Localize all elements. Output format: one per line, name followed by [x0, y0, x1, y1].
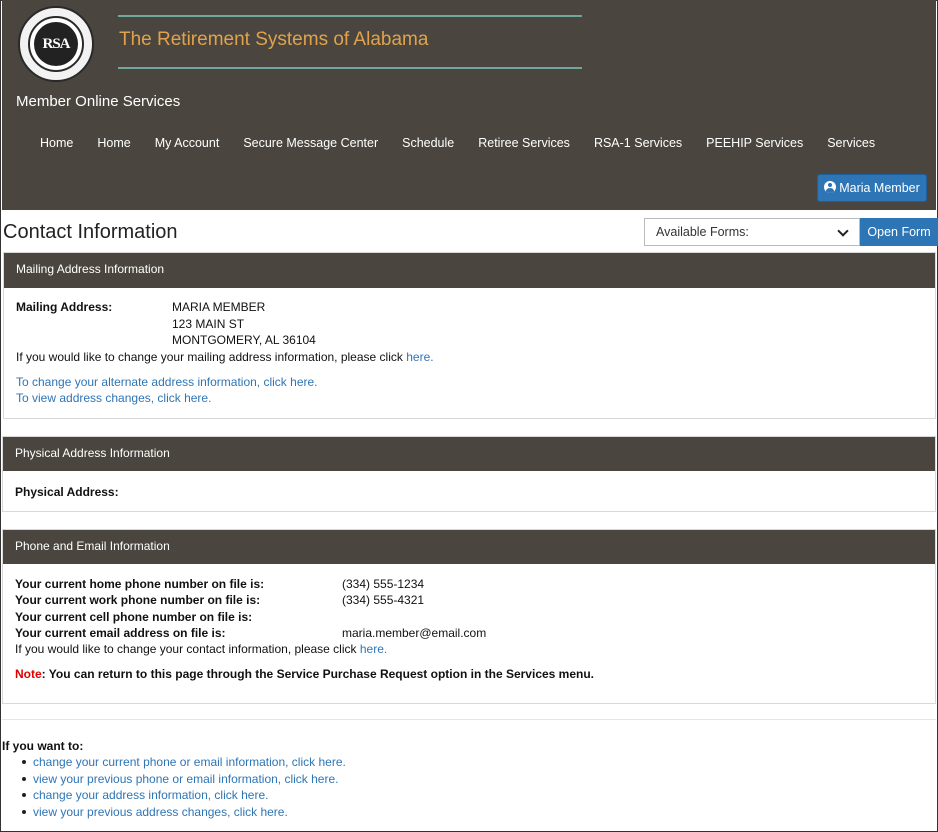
email-value: maria.member@email.com — [342, 626, 487, 640]
physical-address-panel: Physical Address Information Physical Ad… — [2, 436, 936, 512]
user-menu-button[interactable]: Maria Member — [817, 174, 927, 202]
site-header: RSA The Retirement Systems of Alabama Me… — [2, 0, 936, 210]
view-phone-email-link[interactable]: view your previous phone or email inform… — [33, 772, 338, 786]
change-address-link[interactable]: change your address information, click h… — [33, 788, 268, 802]
mailing-change-link[interactable]: here. — [406, 350, 433, 364]
header-rule-bottom — [118, 67, 582, 69]
phone-email-panel: Phone and Email Information Your current… — [2, 529, 936, 704]
alternate-address-link[interactable]: To change your alternate address informa… — [16, 374, 318, 390]
app-title: Member Online Services — [16, 93, 181, 110]
nav-rsa1-services[interactable]: RSA-1 Services — [582, 134, 694, 152]
bullet-icon — [22, 776, 26, 781]
brand-name: The Retirement Systems of Alabama — [119, 29, 429, 50]
home-phone-value: (334) 555-1234 — [342, 577, 425, 591]
change-phone-email-link[interactable]: change your current phone or email infor… — [33, 755, 346, 769]
mailing-change-prompt: If you would like to change your mailing… — [16, 350, 403, 364]
nav-home[interactable]: Home — [28, 134, 85, 152]
page-title: Contact Information — [3, 221, 178, 243]
physical-panel-heading: Physical Address Information — [3, 437, 935, 471]
cell-phone-label: Your current cell phone number on file i… — [15, 610, 253, 624]
mailing-address-label: Mailing Address: — [16, 300, 113, 314]
phone-panel-heading: Phone and Email Information — [3, 530, 935, 564]
available-forms-value: Available Forms: — [656, 225, 749, 239]
mailing-address-line-1: MARIA MEMBER — [172, 300, 266, 314]
nav-peehip-services[interactable]: PEEHIP Services — [694, 134, 815, 152]
nav-home-2[interactable]: Home — [85, 134, 142, 152]
list-item: view your previous phone or email inform… — [22, 771, 346, 788]
header-rule-top — [118, 15, 582, 17]
section-divider — [2, 719, 936, 720]
list-item: view your previous address changes, clic… — [22, 804, 346, 821]
mailing-address-line-3: MONTGOMERY, AL 36104 — [172, 333, 316, 347]
work-phone-value: (334) 555-4321 — [342, 593, 425, 607]
contact-change-link[interactable]: here. — [360, 642, 387, 656]
nav-schedule[interactable]: Schedule — [390, 134, 466, 152]
mailing-change-text: If you would like to change your mailing… — [16, 349, 434, 365]
list-item: change your current phone or email infor… — [22, 754, 346, 771]
view-address-changes-link[interactable]: To view address changes, click here. — [16, 390, 211, 406]
view-address-changes-footer-link[interactable]: view your previous address changes, clic… — [33, 805, 288, 819]
note-label: Note — [15, 667, 42, 681]
mailing-panel-heading: Mailing Address Information — [4, 253, 935, 288]
physical-address-label: Physical Address: — [15, 485, 119, 499]
home-phone-label: Your current home phone number on file i… — [15, 577, 265, 591]
mailing-address-panel: Mailing Address Information Mailing Addr… — [3, 252, 936, 419]
list-item: change your address information, click h… — [22, 787, 346, 804]
nav-my-account[interactable]: My Account — [143, 134, 232, 152]
logo-monogram: RSA — [34, 22, 78, 66]
open-form-button[interactable]: Open Form — [860, 218, 938, 246]
contact-change-prompt: If you would like to change your contact… — [15, 642, 357, 656]
user-name: Maria Member — [839, 181, 920, 195]
rsa-seal-logo[interactable]: RSA — [18, 6, 94, 82]
contact-change-text: If you would like to change your contact… — [15, 641, 387, 657]
note-text: : You can return to this page through th… — [41, 667, 595, 681]
available-forms-select[interactable]: Available Forms: — [644, 218, 860, 246]
bullet-icon — [22, 793, 26, 797]
user-circle-icon — [824, 181, 837, 193]
mailing-address-line-2: 123 MAIN ST — [172, 317, 245, 331]
bullet-icon — [22, 760, 26, 764]
if-you-want-heading: If you want to: — [2, 739, 84, 753]
note-message: Note: You can return to this page throug… — [15, 666, 594, 682]
nav-secure-message-center[interactable]: Secure Message Center — [231, 134, 390, 152]
work-phone-label: Your current work phone number on file i… — [15, 593, 261, 607]
nav-retiree-services[interactable]: Retiree Services — [466, 134, 582, 152]
main-nav: Home Home My Account Secure Message Cent… — [28, 134, 887, 152]
quick-links-list: change your current phone or email infor… — [22, 754, 346, 820]
chevron-down-icon — [837, 225, 849, 237]
bullet-icon — [22, 809, 26, 814]
nav-services[interactable]: Services — [815, 134, 887, 152]
email-label: Your current email address on file is: — [15, 626, 226, 640]
